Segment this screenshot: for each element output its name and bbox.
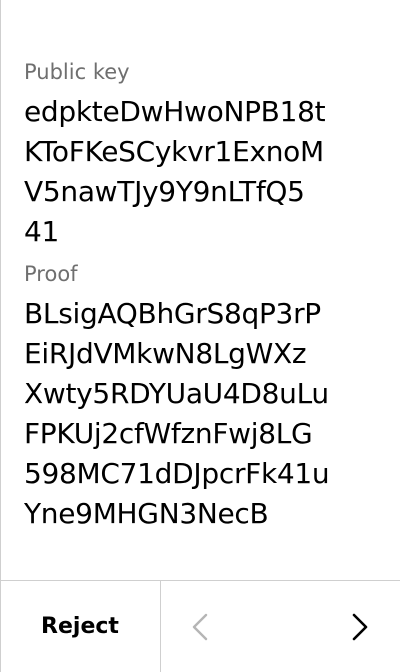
proof-line: Xwty5RDYUaU4D8uLu <box>24 377 329 410</box>
reject-button[interactable]: Reject <box>0 581 160 672</box>
chevron-right-icon <box>352 613 368 640</box>
screen-edge <box>0 0 1 672</box>
chevron-left-icon <box>192 613 208 640</box>
proof-line: FPKUj2cfWfznFwj8LG <box>24 417 313 450</box>
review-content: Public key edpkteDwHwoNPB18t KToFKeSCykv… <box>24 58 384 534</box>
action-footer: Reject <box>0 580 400 672</box>
public-key-label: Public key <box>24 60 130 84</box>
proof-line: BLsigAQBhGrS8qP3rP <box>24 297 321 330</box>
next-button[interactable] <box>320 581 400 672</box>
public-key-line: V5nawTJy9Y9nLTfQ5 <box>24 175 305 208</box>
public-key-value: edpkteDwHwoNPB18t KToFKeSCykvr1ExnoM V5n… <box>24 92 384 252</box>
public-key-line: edpkteDwHwoNPB18t <box>24 95 326 128</box>
previous-button[interactable] <box>160 581 240 672</box>
proof-line: 598MC71dDJpcrFk41u <box>24 457 330 490</box>
public-key-line: 41 <box>24 215 60 248</box>
public-key-line: KToFKeSCykvr1ExnoM <box>24 135 324 168</box>
proof-label: Proof <box>24 262 78 286</box>
proof-line: EiRJdVMkwN8LgWXz <box>24 337 307 370</box>
proof-value: BLsigAQBhGrS8qP3rP EiRJdVMkwN8LgWXz Xwty… <box>24 294 384 534</box>
proof-line: Yne9MHGN3NecB <box>24 497 269 530</box>
